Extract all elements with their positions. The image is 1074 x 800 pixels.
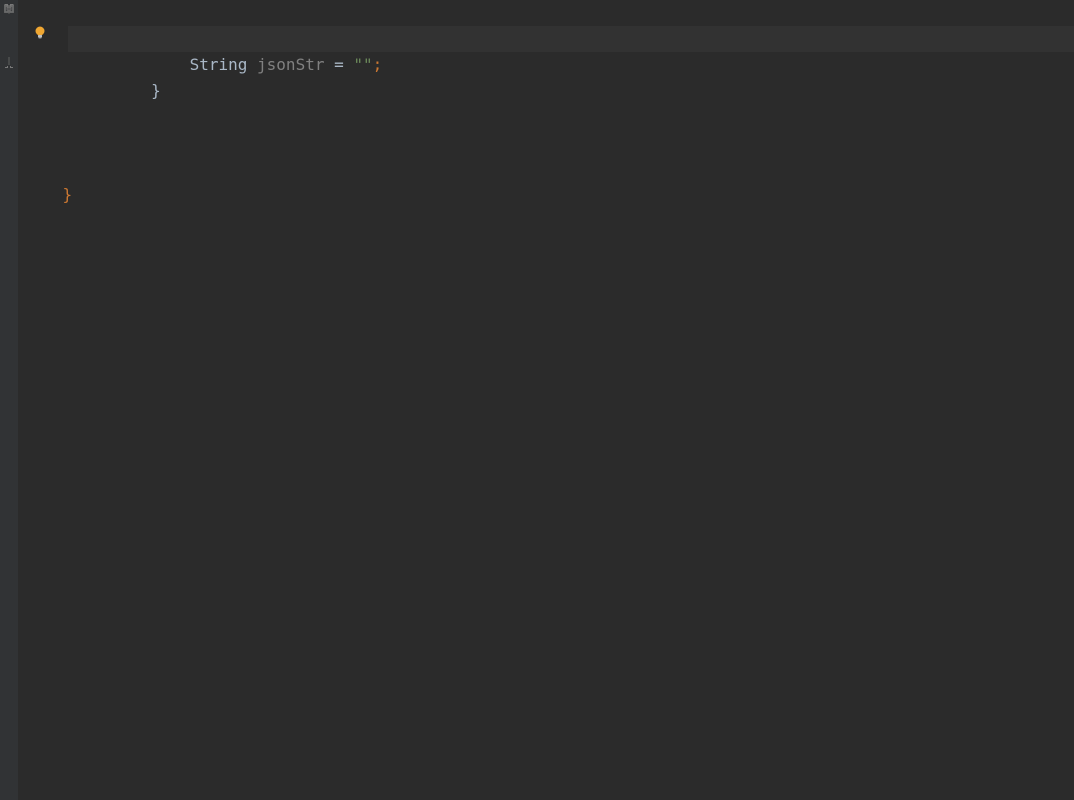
code-editor[interactable]: public void testTwo() throws Exception {… bbox=[68, 0, 1074, 800]
code-line-current[interactable]: String jsonStr = ""; bbox=[68, 26, 1074, 52]
fold-end-icon[interactable] bbox=[0, 54, 18, 72]
code-line[interactable]: } bbox=[68, 52, 1074, 78]
code-line-empty[interactable] bbox=[68, 104, 1074, 130]
code-line[interactable]: public void testTwo() throws Exception { bbox=[68, 0, 1074, 26]
code-line[interactable]: } bbox=[24, 156, 1074, 182]
fold-toggle-icon[interactable] bbox=[0, 0, 18, 18]
code-line-empty[interactable] bbox=[68, 78, 1074, 104]
annotation-column bbox=[18, 0, 68, 800]
editor-gutter bbox=[0, 0, 18, 800]
lightbulb-icon[interactable] bbox=[33, 24, 49, 40]
code-line-empty[interactable] bbox=[68, 130, 1074, 156]
close-brace: } bbox=[63, 185, 73, 204]
